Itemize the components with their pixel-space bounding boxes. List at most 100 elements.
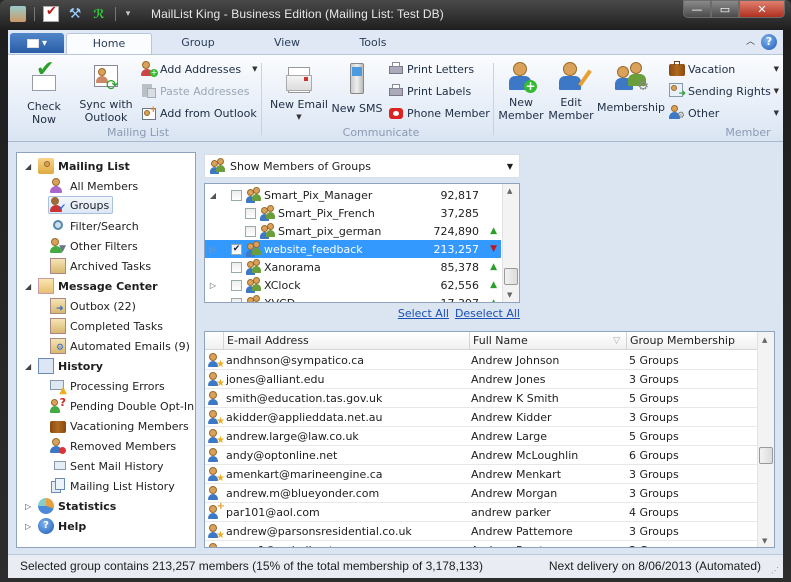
group-row[interactable]: Xanorama 85,378 ▲ xyxy=(205,258,501,276)
nav-item-vacationing-members[interactable]: Vacationing Members xyxy=(50,417,189,435)
nav-item-all-members[interactable]: All Members xyxy=(50,177,138,195)
group-checkbox[interactable] xyxy=(231,279,242,291)
group-row[interactable]: Smart_pix_german 724,890 ▲ xyxy=(205,222,501,240)
customize-qat-icon[interactable]: ▾ xyxy=(124,6,132,22)
column-header-group-membership[interactable]: Group Membership xyxy=(626,332,758,350)
print-labels-button[interactable]: Print Labels xyxy=(388,82,471,100)
nav-section-history[interactable]: ◢ History xyxy=(25,357,103,375)
collapsed-triangle-icon[interactable]: ▷ xyxy=(205,245,221,254)
collapsed-triangle-icon[interactable]: ▷ xyxy=(25,502,34,511)
table-row[interactable]: ★ andrew.large@law.co.uk Andrew Large 5 Gro… xyxy=(205,427,758,446)
nav-item-removed-members[interactable]: Removed Members xyxy=(50,437,176,455)
nav-item-processing-errors[interactable]: ▲ Processing Errors xyxy=(50,377,165,396)
table-row[interactable]: ★ andhnson@sympatico.ca Andrew Johnson 5 Gr… xyxy=(205,351,758,370)
group-checkbox[interactable] xyxy=(231,189,242,201)
close-button[interactable]: ✕ xyxy=(739,0,785,18)
group-row[interactable]: ▷ ✔ website_feedback 213,257 ▼ xyxy=(205,240,501,258)
nav-item-completed-tasks[interactable]: Completed Tasks xyxy=(50,317,163,335)
vacation-button[interactable]: Vacation ▼ xyxy=(669,60,779,78)
scroll-down-icon[interactable]: ▼ xyxy=(762,537,767,545)
nav-item-archived-tasks[interactable]: Archived Tasks xyxy=(50,257,151,275)
tab-home[interactable]: Home xyxy=(66,33,152,54)
sync-icon[interactable]: ℛ xyxy=(91,6,107,22)
app-icon[interactable] xyxy=(10,6,26,22)
table-row[interactable]: + par101@aol.com andrew parker 4 Groups xyxy=(205,502,758,522)
group-checkbox[interactable]: ✔ xyxy=(231,243,242,255)
nav-item-pending-double-opt-in[interactable]: ? Pending Double Opt-In xyxy=(50,396,194,415)
group-checkbox[interactable] xyxy=(231,297,242,302)
group-row[interactable]: Smart_Pix_French 37,285 xyxy=(205,204,501,222)
group-checkbox[interactable] xyxy=(245,207,256,219)
show-members-combo[interactable]: Show Members of Groups ▼ xyxy=(204,154,520,178)
tools-icon[interactable]: ⚒ xyxy=(67,6,83,22)
group-checkbox[interactable] xyxy=(245,225,256,237)
nav-section-message-center[interactable]: ◢ Message Center xyxy=(25,277,158,295)
tab-view[interactable]: View xyxy=(254,33,320,54)
nav-item-filter-search[interactable]: Filter/Search xyxy=(50,217,139,235)
table-row[interactable]: andy@optonline.net Andrew McLoughlin 6 Gro… xyxy=(205,446,758,465)
nav-section-mailing-list[interactable]: ◢ Mailing List xyxy=(25,157,130,175)
deselect-all-link[interactable]: Deselect All xyxy=(455,307,520,320)
other-button[interactable]: ⚙ Other ▼ xyxy=(669,104,779,122)
member-star-icon: ★ xyxy=(207,352,225,370)
table-row[interactable]: smith@education.tas.gov.uk Andrew K Smith… xyxy=(205,389,758,408)
cell-groups: 3 Groups xyxy=(629,411,679,424)
add-addresses-button[interactable]: + Add Addresses ▼ xyxy=(141,60,258,78)
help-icon[interactable]: ? xyxy=(761,34,777,50)
expanded-triangle-icon[interactable]: ◢ xyxy=(25,162,34,171)
nav-item-other-filters[interactable]: ▼ Other Filters xyxy=(50,237,138,255)
sync-with-outlook-button[interactable]: ⟳ Sync with Outlook xyxy=(78,63,134,124)
collapsed-triangle-icon[interactable]: ▷ xyxy=(25,522,34,531)
new-member-button[interactable]: + New Member xyxy=(496,61,546,122)
membership-button[interactable]: ⚙ Membership xyxy=(597,61,665,114)
print-letters-button[interactable]: Print Letters xyxy=(388,60,474,78)
group-row[interactable]: ▷ XClock 62,556 ▲ xyxy=(205,276,501,294)
scroll-thumb[interactable] xyxy=(759,447,773,464)
resize-grip-icon[interactable]: ⋰ xyxy=(771,566,779,575)
nav-item-outbox[interactable]: ➜ Outbox (22) xyxy=(50,297,136,315)
member-icon xyxy=(207,390,223,406)
nav-item-mailing-list-history[interactable]: Mailing List History xyxy=(50,477,175,495)
group-row[interactable]: ◢ Smart_Pix_Manager 92,817 xyxy=(205,186,501,204)
nav-item-groups[interactable]: ✔ Groups xyxy=(48,196,114,214)
expanded-triangle-icon[interactable]: ◢ xyxy=(25,282,34,291)
tab-tools[interactable]: Tools xyxy=(340,33,406,54)
new-sms-button[interactable]: New SMS xyxy=(331,63,383,115)
group-list-scrollbar[interactable]: ▲ ▼ xyxy=(502,184,519,302)
expanded-triangle-icon[interactable]: ◢ xyxy=(205,191,221,200)
sending-rights-button[interactable]: ➜ Sending Rights ▼ xyxy=(669,82,779,100)
application-menu-button[interactable]: ▾ xyxy=(10,33,64,53)
new-email-button[interactable]: New Email ▼ xyxy=(268,63,330,124)
select-all-link[interactable]: Select All xyxy=(398,307,449,320)
add-from-outlook-button[interactable]: + Add from Outlook xyxy=(141,104,257,122)
table-row[interactable]: ★seeps1@ewbell.net Andrew Preston 3 Groups xyxy=(205,541,758,547)
scroll-up-icon[interactable]: ▲ xyxy=(762,336,767,344)
collapsed-triangle-icon[interactable]: ▷ xyxy=(205,281,221,290)
scroll-up-icon[interactable]: ▲ xyxy=(507,187,512,195)
maximize-button[interactable]: ▭ xyxy=(711,0,739,18)
column-header-full-name[interactable]: Full Name ▽ xyxy=(469,332,626,350)
table-row[interactable]: ★ amenkart@marineengine.ca Andrew Menkart 3… xyxy=(205,465,758,484)
nav-section-help[interactable]: ▷? Help xyxy=(25,517,86,535)
table-row[interactable]: ★ jones@alliant.edu Andrew Jones 3 Groups xyxy=(205,370,758,389)
scroll-down-icon[interactable]: ▼ xyxy=(507,291,512,299)
table-row[interactable]: ★ akidder@applieddata.net.au Andrew Kidder… xyxy=(205,408,758,427)
tab-group[interactable]: Group xyxy=(162,33,234,54)
nav-item-sent-mail-history[interactable]: Sent Mail History xyxy=(50,457,164,475)
column-header-email[interactable]: E-mail Address xyxy=(223,332,469,350)
check-mail-icon[interactable]: ✔ xyxy=(43,4,59,22)
phone-member-button[interactable]: Phone Member xyxy=(388,104,490,122)
edit-member-button[interactable]: Edit Member xyxy=(546,61,596,122)
minimize-button[interactable]: — xyxy=(683,0,711,18)
expanded-triangle-icon[interactable]: ◢ xyxy=(25,362,34,371)
collapse-ribbon-icon[interactable]: ︿ xyxy=(746,34,755,47)
nav-section-statistics[interactable]: ▷ Statistics xyxy=(25,497,116,515)
group-row[interactable]: XVCD 17,397 ▲ xyxy=(205,294,501,302)
group-checkbox[interactable] xyxy=(231,261,242,273)
scroll-thumb[interactable] xyxy=(504,268,518,285)
table-row[interactable]: andrew.m@blueyonder.com Andrew Morgan 3 Gr… xyxy=(205,484,758,503)
table-scrollbar[interactable]: ▲ ▼ xyxy=(757,332,774,547)
check-now-button[interactable]: ✔ Check Now xyxy=(14,59,74,127)
nav-item-automated-emails[interactable]: ⚙ Automated Emails (9) xyxy=(50,337,190,355)
table-row[interactable]: ★ andrew@parsonsresidential.co.uk Andrew P… xyxy=(205,522,758,541)
